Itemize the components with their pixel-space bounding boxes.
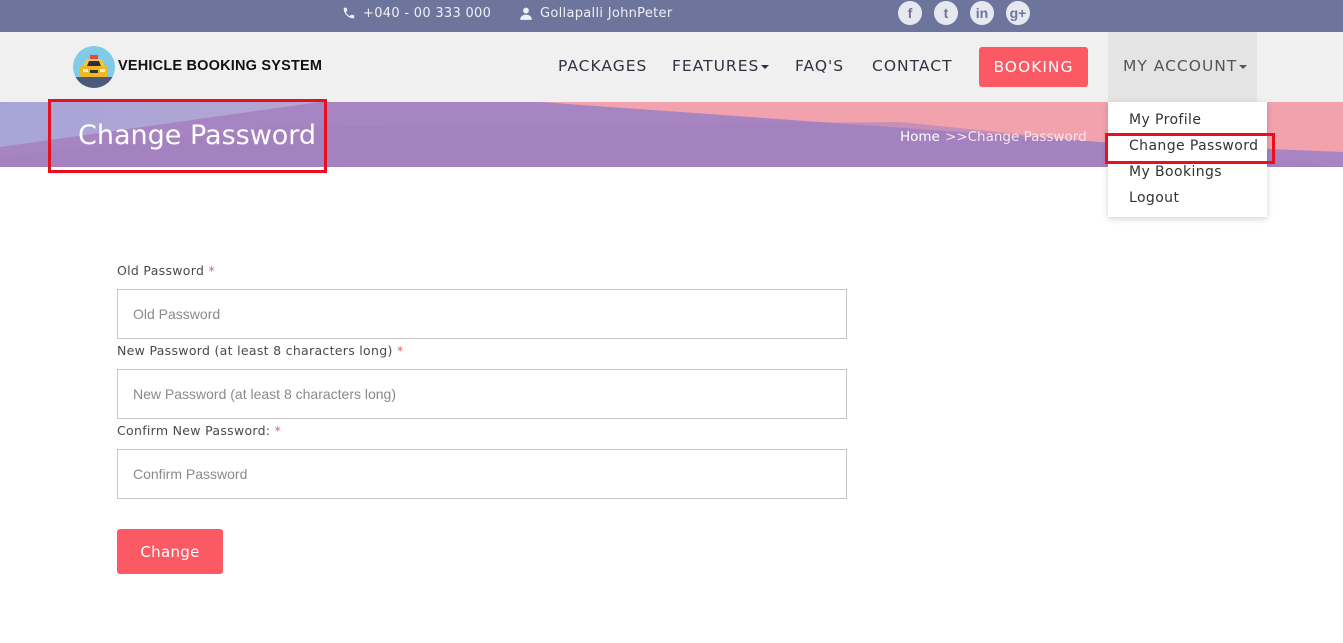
highlight-box-change-password [1105,133,1275,164]
dropdown-my-profile[interactable]: My Profile [1129,112,1201,128]
dropdown-logout[interactable]: Logout [1129,190,1179,206]
google-plus-icon[interactable]: g+ [1006,1,1030,25]
my-account-label: MY ACCOUNT [1123,57,1238,75]
user-icon [520,7,532,20]
brand-name[interactable]: VEHICLE BOOKING SYSTEM [118,58,322,74]
twitter-icon[interactable]: t [934,1,958,25]
new-password-label-text: New Password (at least 8 characters long… [117,343,393,358]
phone-icon [343,7,355,19]
contact-phone: +040 - 00 333 000 [342,0,491,26]
old-password-label-text: Old Password [117,263,205,278]
nav-faqs[interactable]: FAQ'S [795,57,844,75]
breadcrumb-home[interactable]: Home [900,129,940,145]
confirm-password-input[interactable] [117,449,847,499]
required-mark: * [208,263,216,278]
booking-button[interactable]: BOOKING [979,47,1088,87]
breadcrumb-current: >>Change Password [945,129,1087,145]
caret-down-icon [761,64,770,69]
linkedin-icon[interactable]: in [970,1,994,25]
phone-number: +040 - 00 333 000 [363,5,492,21]
my-account-toggle[interactable]: MY ACCOUNT [1123,57,1248,75]
nav-packages[interactable]: PACKAGES [558,57,647,75]
facebook-icon[interactable]: f [898,1,922,25]
nav-features-label: FEATURES [672,57,760,75]
change-button[interactable]: Change [117,529,223,574]
confirm-password-label-text: Confirm New Password: [117,423,271,438]
old-password-input[interactable] [117,289,847,339]
required-mark: * [396,343,404,358]
old-password-label: Old Password * [117,263,215,278]
confirm-password-label: Confirm New Password: * [117,423,281,438]
nav-contact[interactable]: CONTACT [872,57,953,75]
user-name: Gollapalli JohnPeter [540,5,673,21]
logged-in-user: Gollapalli JohnPeter [519,0,672,26]
new-password-label: New Password (at least 8 characters long… [117,343,404,358]
nav-features[interactable]: FEATURES [672,57,770,75]
caret-down-icon [1239,64,1248,69]
car-logo-icon[interactable] [73,46,115,88]
dropdown-my-bookings[interactable]: My Bookings [1129,164,1222,180]
highlight-box-title [48,99,327,173]
required-mark: * [274,423,282,438]
new-password-input[interactable] [117,369,847,419]
